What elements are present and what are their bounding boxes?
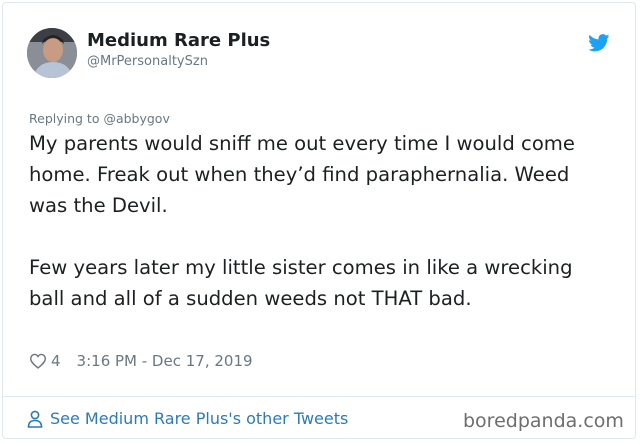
tweet-paragraph-1: My parents would sniff me out every time… bbox=[29, 132, 575, 217]
author-handle[interactable]: @MrPersonaltySzn bbox=[87, 54, 208, 69]
other-tweets-link[interactable]: See Medium Rare Plus's other Tweets bbox=[27, 409, 348, 428]
site-watermark: boredpanda.com bbox=[463, 410, 624, 432]
replying-to-label[interactable]: Replying to @abbygov bbox=[29, 111, 170, 126]
tweet-timestamp[interactable]: 3:16 PM - Dec 17, 2019 bbox=[77, 352, 253, 370]
avatar-photo bbox=[27, 28, 77, 78]
tweet-paragraph-2: Few years later my little sister comes i… bbox=[29, 256, 573, 310]
author-name[interactable]: Medium Rare Plus bbox=[87, 30, 270, 51]
twitter-bird-icon[interactable] bbox=[588, 34, 610, 52]
person-icon bbox=[27, 410, 43, 428]
other-tweets-label[interactable]: See Medium Rare Plus's other Tweets bbox=[50, 409, 348, 428]
tweet-text: My parents would sniff me out every time… bbox=[29, 128, 609, 314]
avatar[interactable] bbox=[27, 28, 77, 78]
heart-icon[interactable] bbox=[29, 353, 47, 369]
footer-divider bbox=[2, 396, 636, 397]
like-count: 4 bbox=[51, 352, 61, 370]
tweet-meta: 4 3:16 PM - Dec 17, 2019 bbox=[29, 352, 253, 370]
